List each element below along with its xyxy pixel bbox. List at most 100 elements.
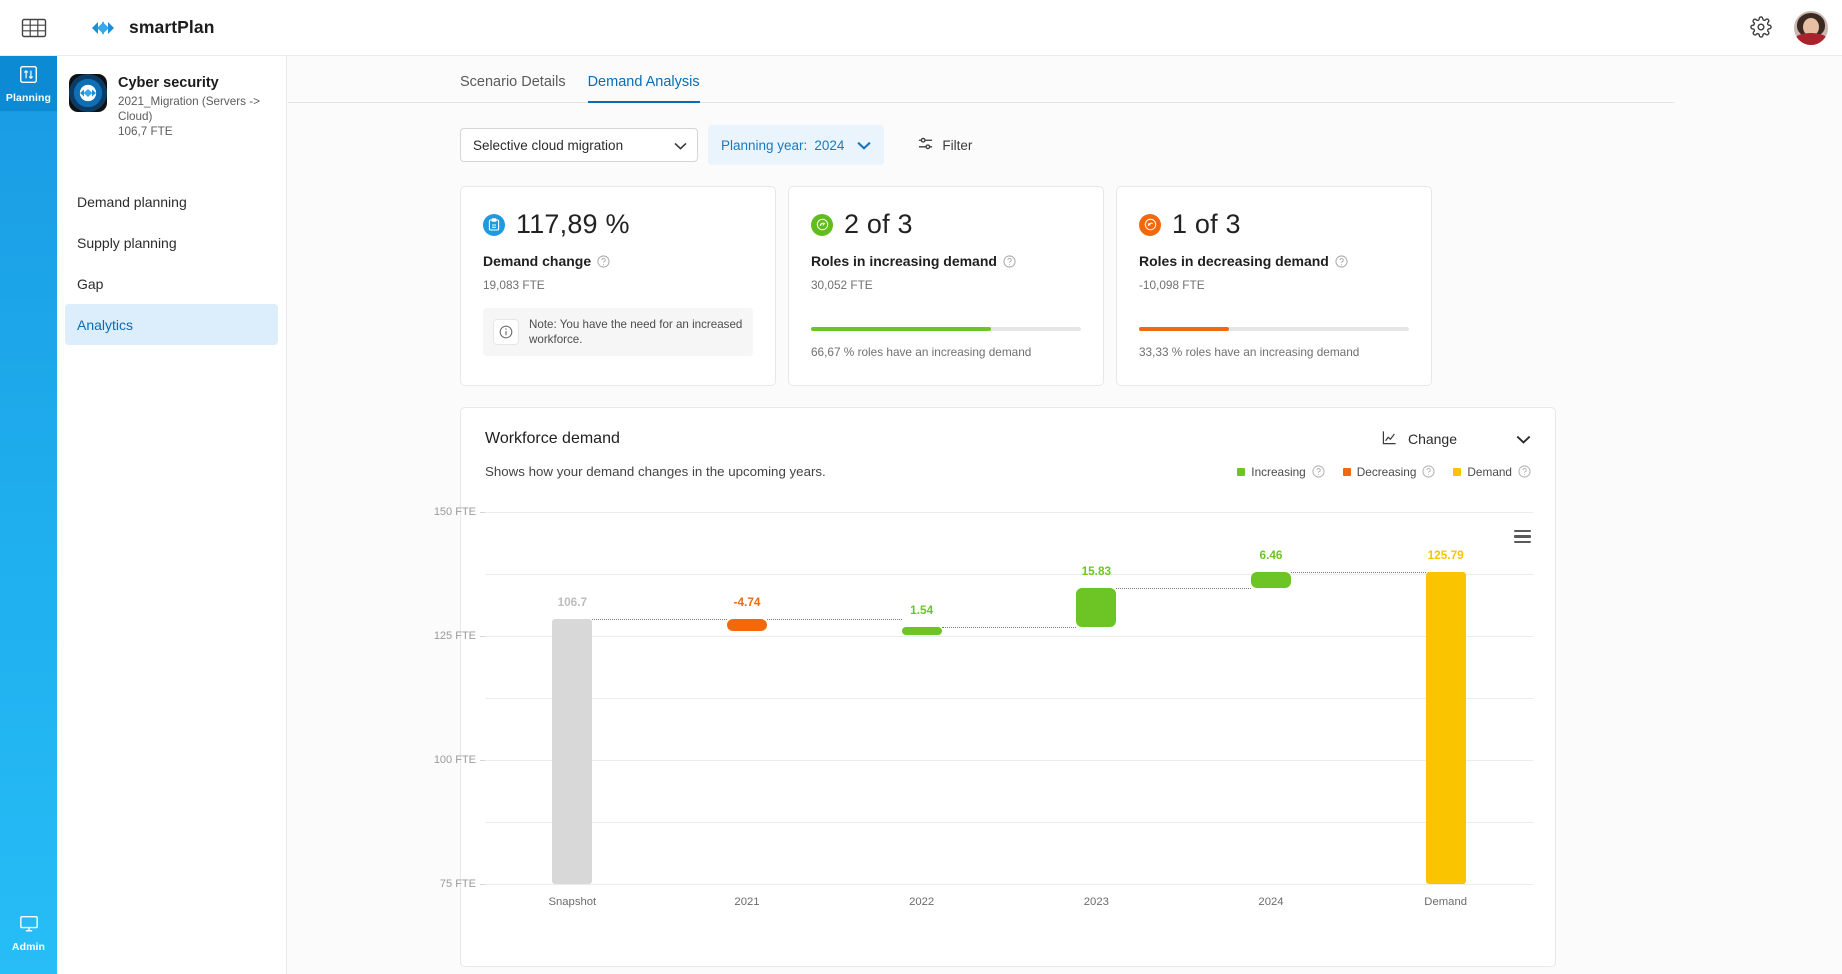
- question-circle-icon[interactable]: [1335, 254, 1348, 268]
- sidebar-item-demand-planning[interactable]: Demand planning: [65, 181, 278, 222]
- chart-description: Shows how your demand changes in the upc…: [485, 464, 826, 479]
- rail-label-planning: Planning: [5, 92, 52, 104]
- x-axis-tick-label: 2021: [734, 896, 760, 908]
- gridline: 25 FTE: [485, 822, 1533, 823]
- project-header[interactable]: Cyber security 2021_Migration (Servers -…: [57, 56, 286, 139]
- waterfall-connector: [1116, 588, 1251, 590]
- rail-label-admin: Admin: [11, 941, 46, 953]
- smartplan-logo-icon: [90, 19, 116, 37]
- chart-legend: Increasing Decreasing Demand: [1237, 465, 1531, 479]
- y-axis-tick-label: 125 FTE: [433, 630, 476, 642]
- legend-item-demand[interactable]: Demand: [1453, 465, 1531, 479]
- tab-scenario-details[interactable]: Scenario Details: [460, 74, 566, 103]
- side-panel: Cyber security 2021_Migration (Servers -…: [57, 56, 287, 974]
- gridline: 50 FTE: [485, 760, 1533, 761]
- filter-button[interactable]: Filter: [908, 128, 982, 162]
- gridline: 125 FTE: [434, 574, 1533, 642]
- left-rail: Planning Admin: [0, 56, 57, 974]
- kpi-value: 117,89 %: [516, 209, 630, 239]
- kpi-label: Roles in decreasing demand: [1139, 253, 1329, 269]
- kpi-subvalue: 30,052 FTE: [811, 278, 873, 292]
- sidebar-item-gap[interactable]: Gap: [65, 263, 278, 304]
- chart-data-label: 106.7: [557, 595, 588, 610]
- legend-label: Demand: [1467, 464, 1512, 479]
- kpi-card-demand-change: 117,89 % Demand change 19,083 FTE Note: …: [460, 186, 776, 386]
- x-axis-tick-label: Snapshot: [548, 896, 597, 908]
- waterfall-connector: [767, 619, 902, 621]
- chart-bar[interactable]: [901, 627, 942, 636]
- chart-bar[interactable]: [1425, 572, 1466, 884]
- x-axis-tick-label: 2023: [1083, 896, 1109, 908]
- kpi-value: 1 of 3: [1172, 209, 1241, 239]
- sliders-icon: [918, 136, 933, 154]
- kpi-card-decreasing: 1 of 3 Roles in decreasing demand -10,09…: [1116, 186, 1432, 386]
- clipboard-icon: [483, 213, 505, 236]
- gridline: 100 FTE: [434, 636, 1533, 766]
- main-content: Scenario Details Demand Analysis Selecti…: [288, 56, 1842, 974]
- waterfall-connector: [592, 619, 727, 621]
- tab-bar: Scenario Details Demand Analysis: [288, 56, 1674, 103]
- y-axis-tick: [480, 636, 485, 637]
- scenario-select[interactable]: Selective cloud migration: [460, 128, 698, 162]
- x-axis-tick-label: Demand: [1424, 896, 1468, 908]
- sidebar-item-supply-planning[interactable]: Supply planning: [65, 222, 278, 263]
- legend-label: Decreasing: [1356, 464, 1417, 479]
- chart-bar[interactable]: [1076, 588, 1117, 628]
- legend-swatch: [1342, 467, 1351, 476]
- kpi-label: Roles in increasing demand: [811, 253, 997, 269]
- chart-bar[interactable]: [727, 619, 767, 632]
- chart-data-label: -4.74: [733, 595, 761, 610]
- rail-item-admin[interactable]: Admin: [0, 905, 57, 960]
- x-axis-tick-label: 2022: [909, 896, 935, 908]
- y-axis-tick-label: 150 FTE: [433, 506, 476, 518]
- scenario-select-value: Selective cloud migration: [473, 137, 624, 153]
- chart-card: Workforce demand Change Shows how your d…: [434, 407, 1556, 967]
- question-circle-icon[interactable]: [597, 254, 610, 268]
- rail-item-planning[interactable]: Planning: [0, 56, 57, 111]
- kpi-card-increasing: 2 of 3 Roles in increasing demand 30,052…: [788, 186, 1104, 386]
- legend-swatch: [1237, 467, 1246, 476]
- planning-year-value: 2024: [814, 137, 845, 153]
- chart-data-label: 1.54: [910, 603, 934, 618]
- planning-year-label: Planning year:: [721, 137, 808, 153]
- y-axis-tick: [480, 512, 485, 513]
- filter-bar: Selective cloud migration Planning year:…: [288, 103, 1842, 165]
- waterfall-chart-plot: 0 FTE 25 FTE 50 FTE 75 FTE 100 FTE 125 FTE 150…: [434, 506, 1533, 942]
- legend-item-decreasing[interactable]: Decreasing: [1342, 464, 1436, 479]
- chart-bar[interactable]: [1251, 572, 1291, 589]
- planning-year-select[interactable]: Planning year: 2024: [708, 125, 885, 165]
- gear-icon[interactable]: [1750, 15, 1774, 40]
- chart-data-label: 125.79: [1427, 548, 1464, 563]
- grid-apps-icon[interactable]: [0, 0, 68, 56]
- progress-caption: 33,33 % roles have an increasing demand: [1139, 345, 1360, 359]
- waterfall-connector: [1291, 572, 1426, 574]
- kpi-subvalue: 19,083 FTE: [483, 278, 545, 292]
- avatar[interactable]: [1794, 10, 1828, 45]
- question-circle-icon[interactable]: [1003, 254, 1016, 268]
- progress-track: [1139, 327, 1409, 331]
- sidebar-item-analytics[interactable]: Analytics: [65, 304, 278, 345]
- question-circle-icon[interactable]: [1518, 465, 1531, 478]
- progress-fill: [1139, 327, 1229, 331]
- tab-demand-analysis[interactable]: Demand Analysis: [587, 74, 700, 103]
- chart-metric-select[interactable]: Change: [1382, 430, 1531, 448]
- side-nav: Demand planning Supply planning Gap Anal…: [57, 181, 286, 345]
- y-axis-tick: [480, 760, 485, 761]
- legend-item-increasing[interactable]: Increasing: [1237, 465, 1325, 479]
- progress-track: [811, 327, 1081, 331]
- brand-name: smartPlan: [129, 17, 215, 37]
- legend-swatch: [1453, 467, 1462, 476]
- kpi-value: 2 of 3: [844, 209, 913, 239]
- question-circle-icon[interactable]: [1312, 465, 1325, 478]
- brand[interactable]: smartPlan: [90, 17, 215, 38]
- y-axis-tick: [480, 884, 485, 885]
- progress-fill: [811, 327, 991, 331]
- chevron-down-icon: [857, 138, 872, 153]
- y-axis-tick-label: 75 FTE: [439, 878, 476, 890]
- y-axis-tick-label: 100 FTE: [433, 754, 476, 766]
- question-circle-icon[interactable]: [1422, 465, 1435, 478]
- chart-line-icon: [1382, 430, 1397, 448]
- chart-bar[interactable]: [552, 619, 593, 884]
- waterfall-connector: [941, 627, 1077, 629]
- progress-caption: 66,67 % roles have an increasing demand: [811, 345, 1032, 359]
